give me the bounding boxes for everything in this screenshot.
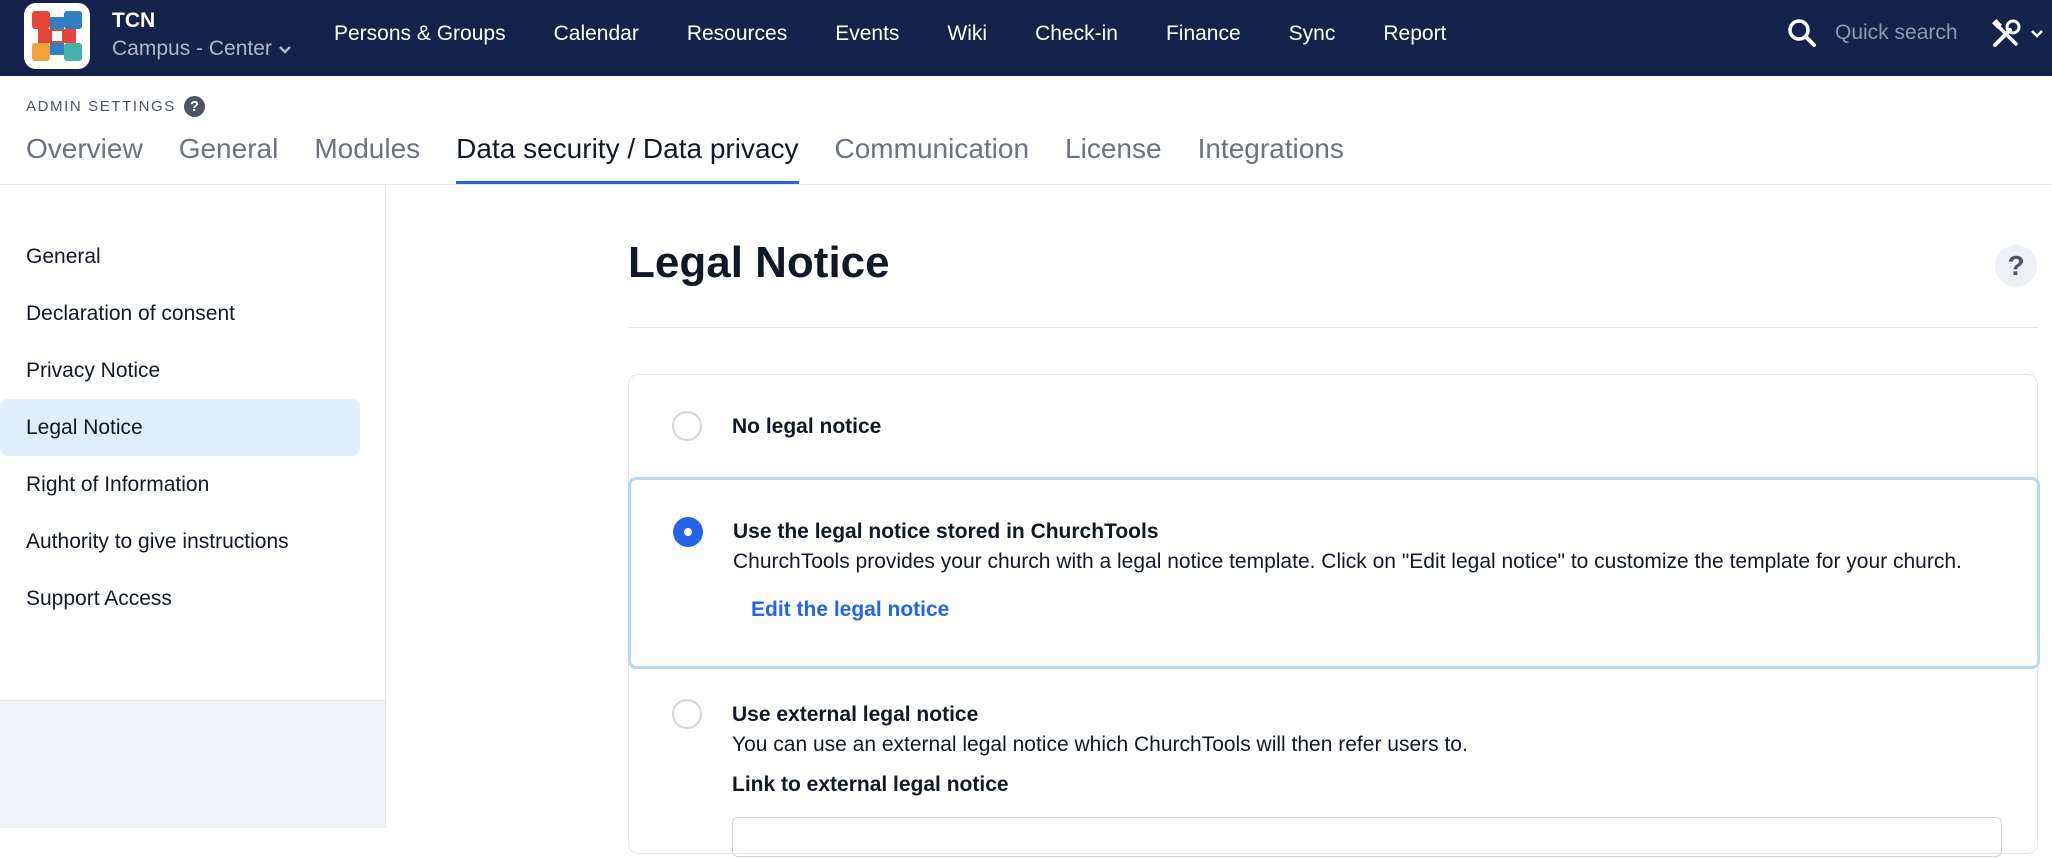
option-stored-legal-notice[interactable]: Use the legal notice stored in ChurchToo… [628,477,2040,669]
nav-finance[interactable]: Finance [1166,22,1241,46]
option-title: No legal notice [732,415,882,438]
edit-legal-notice-link[interactable]: Edit the legal notice [751,598,949,622]
settings-sidebar: General Declaration of consent Privacy N… [0,185,386,828]
campus-label: Campus - Center [112,37,272,60]
campus-select[interactable]: Campus - Center [112,34,292,64]
top-navigation-bar: TCN Campus - Center Persons & Groups Cal… [0,0,2052,76]
sidebar-item-right-of-information[interactable]: Right of Information [0,456,360,513]
nav-sync[interactable]: Sync [1289,22,1336,46]
nav-check-in[interactable]: Check-in [1035,22,1118,46]
page-title: Legal Notice [628,238,890,287]
option-description: You can use an external legal notice whi… [732,733,1468,756]
organization-switcher[interactable]: TCN Campus - Center [112,8,292,64]
tab-data-security[interactable]: Data security / Data privacy [456,128,799,184]
title-divider [628,327,2038,328]
nav-calendar[interactable]: Calendar [554,22,639,46]
sidebar-item-general[interactable]: General [0,228,360,285]
chevron-down-icon [2031,30,2043,38]
tab-integrations[interactable]: Integrations [1198,128,1344,184]
main-nav: Persons & Groups Calendar Resources Even… [334,0,1494,68]
option-external-legal-notice[interactable]: Use external legal notice You can use an… [629,669,2039,859]
help-icon[interactable]: ? [1995,245,2037,287]
external-link-label: Link to external legal notice [732,773,1009,796]
search-icon [1788,19,1816,47]
help-icon[interactable]: ? [183,96,205,117]
churchtools-logo[interactable] [24,3,90,69]
admin-settings-label: ADMIN SETTINGS ? [26,96,205,117]
nav-resources[interactable]: Resources [687,22,787,46]
radio-stored-legal-notice[interactable] [673,517,703,547]
nav-persons-groups[interactable]: Persons & Groups [334,22,506,46]
tab-license[interactable]: License [1065,128,1162,184]
option-title: Use external legal notice [732,703,979,726]
option-description: ChurchTools provides your church with a … [733,550,1962,573]
tab-modules[interactable]: Modules [314,128,420,184]
quick-search[interactable]: Quick search [1787,18,1958,48]
radio-external-legal-notice[interactable] [672,699,702,729]
option-title: Use the legal notice stored in ChurchToo… [733,520,1159,543]
admin-tools-menu[interactable] [1990,18,2044,50]
external-link-input[interactable] [732,817,2002,857]
admin-settings-text: ADMIN SETTINGS [26,98,176,115]
sidebar-item-authority-to-give-instructions[interactable]: Authority to give instructions [0,513,360,570]
radio-no-legal-notice[interactable] [672,411,702,441]
sidebar-item-legal-notice[interactable]: Legal Notice [0,399,360,456]
tools-icon [1992,19,2021,47]
option-no-legal-notice[interactable]: No legal notice [629,375,2039,477]
org-name: TCN [112,9,156,32]
tab-overview[interactable]: Overview [26,128,143,184]
nav-events[interactable]: Events [835,22,899,46]
chevron-down-icon [279,46,291,54]
tab-general[interactable]: General [179,128,279,184]
legal-notice-options: No legal notice Use the legal notice sto… [628,374,2040,857]
search-placeholder: Quick search [1835,21,1958,44]
sidebar-item-declaration-of-consent[interactable]: Declaration of consent [0,285,360,342]
tab-communication[interactable]: Communication [835,128,1030,184]
sidebar-footer [0,700,385,828]
sidebar-item-privacy-notice[interactable]: Privacy Notice [0,342,360,399]
admin-tabs: Overview General Modules Data security /… [26,128,1380,184]
sidebar-item-support-access[interactable]: Support Access [0,570,360,627]
nav-report[interactable]: Report [1383,22,1446,46]
nav-wiki[interactable]: Wiki [947,22,987,46]
